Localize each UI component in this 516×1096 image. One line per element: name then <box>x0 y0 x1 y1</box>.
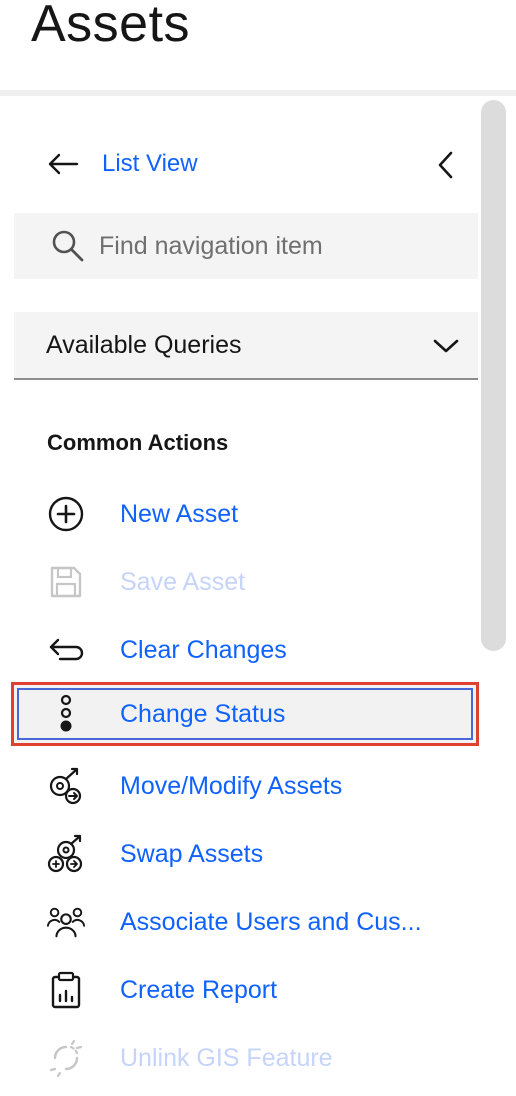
action-label: Unlink GIS Feature <box>120 1043 333 1072</box>
clipboard-report-icon <box>46 970 86 1010</box>
action-swap-assets[interactable]: Swap Assets <box>14 824 476 884</box>
available-queries-label: Available Queries <box>46 330 242 359</box>
status-dots-icon <box>46 694 86 734</box>
save-icon <box>46 562 86 602</box>
available-queries-dropdown[interactable]: Available Queries <box>14 312 478 380</box>
action-clear-changes[interactable]: Clear Changes <box>14 620 476 680</box>
search-icon <box>52 230 84 262</box>
action-label: Change Status <box>120 699 286 728</box>
unlink-icon <box>46 1038 86 1078</box>
common-actions-heading: Common Actions <box>47 430 229 455</box>
action-label: Associate Users and Cus... <box>120 907 422 936</box>
undo-arrow-icon <box>46 630 86 670</box>
move-assets-icon <box>46 766 86 806</box>
scrollbar-thumb[interactable] <box>481 100 506 651</box>
action-change-status[interactable]: Change Status <box>11 682 479 746</box>
plus-circle-icon <box>46 494 86 534</box>
action-move-modify-assets[interactable]: Move/Modify Assets <box>14 756 476 816</box>
back-link-label: List View <box>102 150 198 177</box>
action-new-asset[interactable]: New Asset <box>14 484 476 544</box>
chevron-down-icon <box>433 339 459 353</box>
action-associate-users[interactable]: Associate Users and Cus... <box>14 892 476 952</box>
swap-assets-icon <box>46 834 86 874</box>
navigation-search[interactable] <box>14 213 478 279</box>
action-label: Move/Modify Assets <box>120 771 343 800</box>
action-label: Save Asset <box>120 567 246 596</box>
action-unlink-gis-feature: Unlink GIS Feature <box>14 1028 476 1088</box>
action-save-asset: Save Asset <box>14 552 476 612</box>
collapse-chevron-left-icon[interactable] <box>432 150 460 180</box>
arrow-left-icon <box>48 153 79 175</box>
page-title: Assets <box>31 0 191 53</box>
assets-page: Assets List View Available Queries Commo… <box>0 0 516 1096</box>
action-label: Create Report <box>120 975 278 1004</box>
users-group-icon <box>46 902 86 942</box>
back-to-list-view-link[interactable]: List View <box>46 140 466 188</box>
action-label: Swap Assets <box>120 839 264 868</box>
search-input[interactable] <box>99 231 459 261</box>
action-label: Clear Changes <box>120 635 287 664</box>
action-create-report[interactable]: Create Report <box>14 960 476 1020</box>
action-label: New Asset <box>120 499 239 528</box>
title-divider <box>0 90 516 96</box>
